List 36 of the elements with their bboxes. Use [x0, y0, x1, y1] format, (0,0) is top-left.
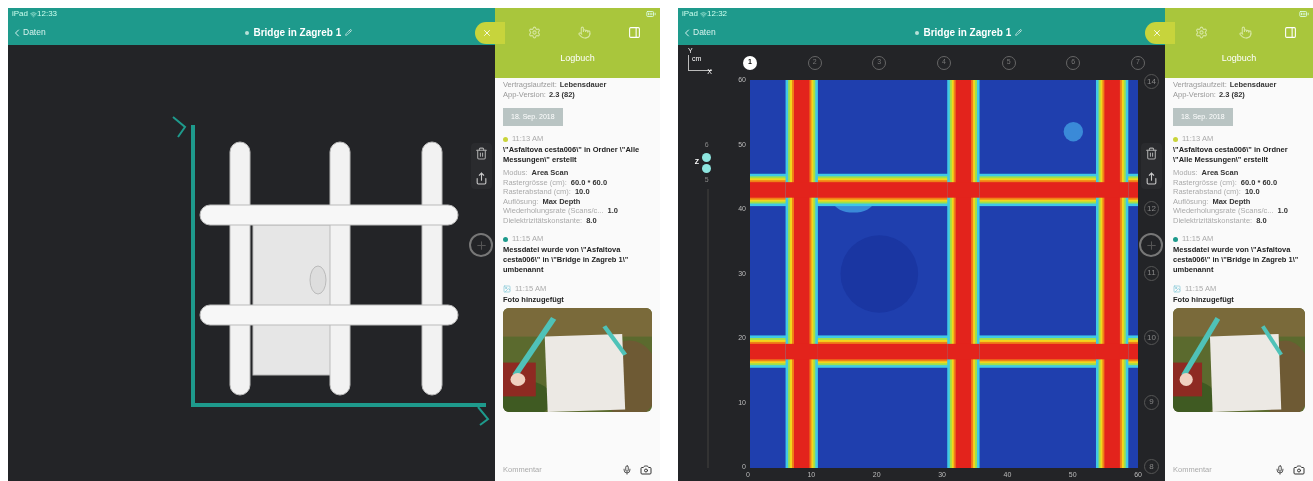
carrier-label: iPad [682, 8, 698, 20]
add-button[interactable] [1139, 233, 1163, 257]
clock: 12:32 [707, 8, 728, 20]
close-icon [1152, 28, 1162, 38]
plus-icon [1144, 238, 1158, 252]
panel-title[interactable]: Logbuch [495, 52, 660, 66]
share-icon [474, 172, 488, 185]
back-button[interactable]: Daten [11, 26, 46, 39]
add-button[interactable] [469, 233, 493, 257]
share-icon [1144, 172, 1158, 185]
close-button[interactable] [475, 22, 505, 44]
battery-icon [1299, 9, 1309, 19]
panel-icon[interactable] [1284, 26, 1298, 39]
camera-icon[interactable] [640, 464, 652, 476]
microphone-icon[interactable] [622, 465, 632, 475]
back-button[interactable]: Daten [681, 26, 716, 39]
camera-icon[interactable] [1293, 464, 1305, 476]
plus-icon [474, 238, 488, 252]
image-icon [1173, 285, 1181, 293]
battery-icon [646, 9, 656, 19]
document-title: Bridge in Zagreb 1 [923, 26, 1012, 40]
panel-icon[interactable] [628, 26, 642, 39]
panel-title[interactable]: Logbuch [1165, 52, 1313, 66]
wifi-icon [30, 10, 37, 18]
document-title: Bridge in Zagreb 1 [253, 26, 342, 40]
carrier-label: iPad [12, 8, 28, 20]
microphone-icon[interactable] [1275, 465, 1285, 475]
close-button[interactable] [1145, 22, 1175, 44]
close-icon [482, 28, 492, 38]
clock: 12:33 [37, 8, 58, 20]
image-icon [503, 285, 511, 293]
trash-icon [474, 147, 488, 160]
wifi-icon [700, 10, 707, 18]
pencil-icon[interactable] [1015, 29, 1023, 36]
pencil-icon[interactable] [345, 29, 353, 36]
trash-icon [1144, 147, 1158, 160]
